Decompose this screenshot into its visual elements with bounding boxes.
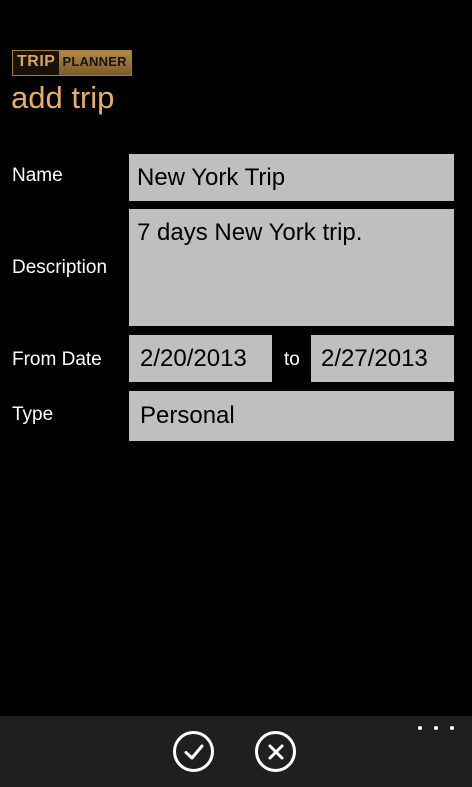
close-icon [268,744,283,759]
to-date-picker[interactable]: 2/27/2013 [311,335,454,382]
from-date-label: From Date [12,349,102,370]
more-icon [418,726,422,730]
more-options-button[interactable] [418,718,454,738]
type-picker[interactable]: Personal [129,391,454,441]
app-bar [0,716,472,787]
cancel-button[interactable] [255,731,296,772]
more-icon [450,726,454,730]
more-icon [434,726,438,730]
check-icon [184,744,203,759]
logo-planner-text: PLANNER [62,54,127,69]
name-input[interactable]: New York Trip [129,154,454,201]
app-logo: TRIP PLANNER [12,50,132,76]
name-label: Name [12,165,63,186]
logo-trip-text: TRIP [13,51,60,75]
type-label: Type [12,404,54,425]
description-input[interactable]: 7 days New York trip. [129,209,454,326]
description-label: Description [12,257,108,278]
page-title: add trip [11,80,115,115]
from-date-picker[interactable]: 2/20/2013 [129,335,272,382]
to-label: to [284,349,300,370]
save-button[interactable] [173,731,214,772]
